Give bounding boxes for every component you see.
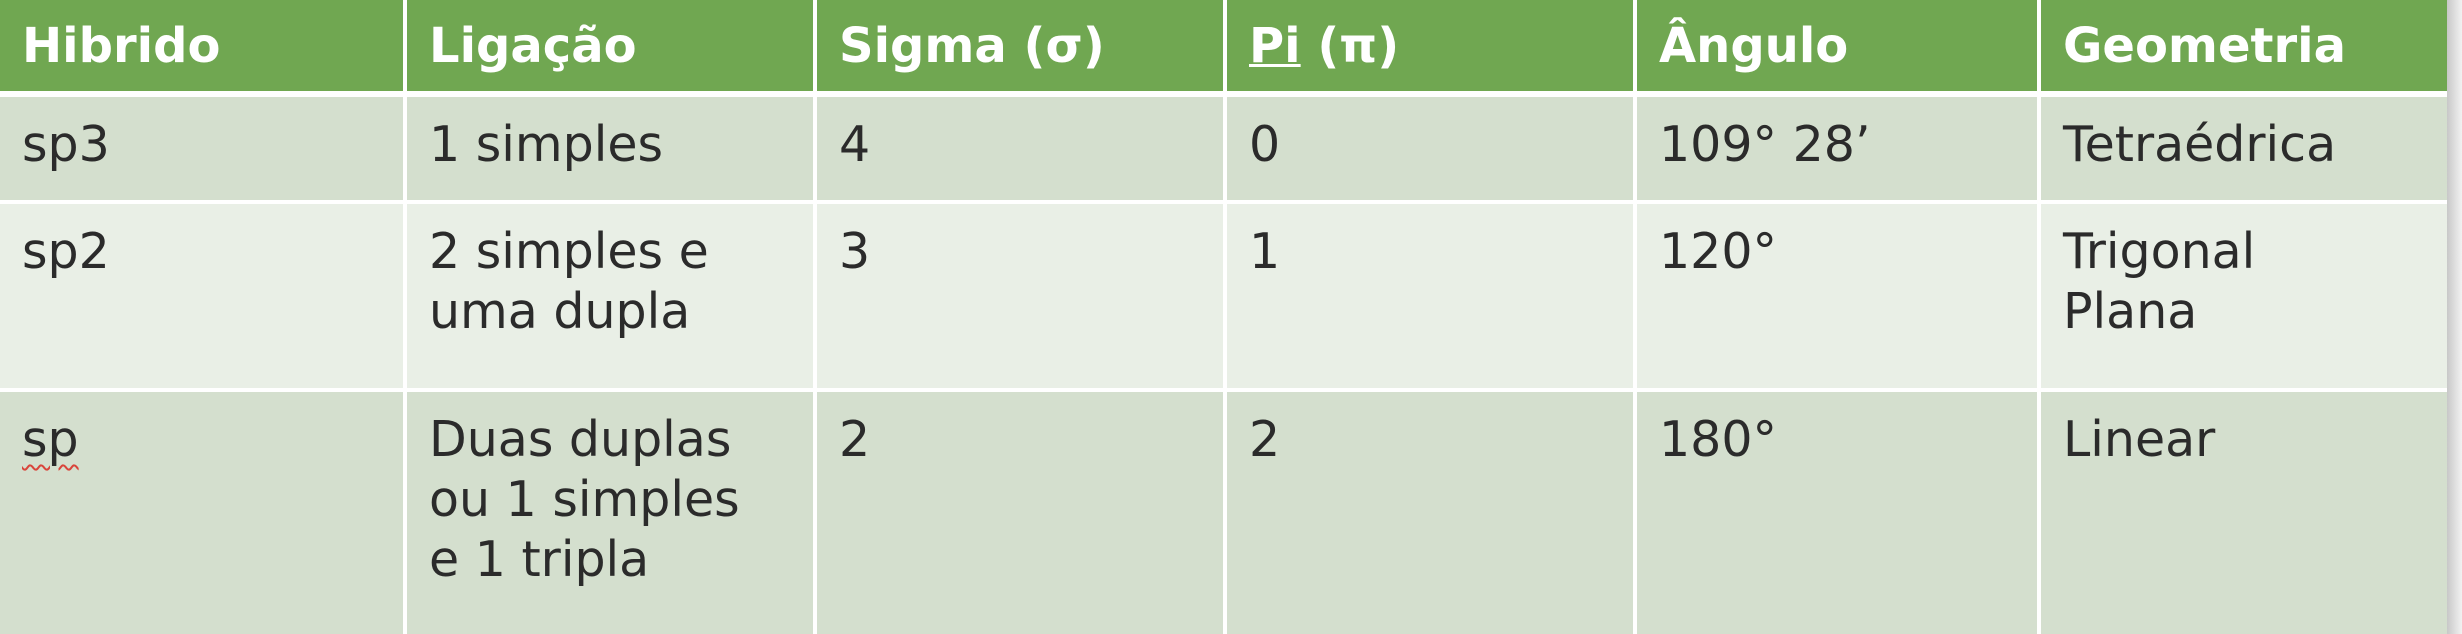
cell-geometria: Trigonal Plana [2039,202,2447,392]
cell-pi: 0 [1225,94,1637,204]
header-pi-symbol: (π) [1300,17,1400,74]
cell-hibrido: sp2 [0,202,407,392]
cell-angulo: 120° [1635,202,2041,392]
spellcheck-word: sp [22,411,79,468]
header-geometria: Geometria [2039,0,2447,97]
cell-ligacao: 1 simples [405,94,817,204]
table-row: sp2 2 simples e uma dupla 3 1 120° Trigo… [0,202,2447,392]
cell-hibrido: sp [0,390,407,634]
cell-sigma: 3 [815,202,1227,392]
header-sigma: Sigma (σ) [815,0,1227,97]
table-row: sp3 1 simples 4 0 109° 28’ Tetraédrica [0,94,2447,204]
table-row: sp Duas duplas ou 1 simples e 1 tripla 2… [0,390,2447,634]
cell-sigma: 2 [815,390,1227,634]
cell-line: Trigonal [2063,223,2256,280]
cell-line: uma dupla [429,283,691,340]
header-pi-word: Pi [1249,17,1301,74]
table-header-row: Hibrido Ligação Sigma (σ) Pi (π) Ângulo … [0,0,2447,97]
cell-pi: 1 [1225,202,1637,392]
cell-line: Tetraédrica [2063,116,2337,173]
cell-line: Plana [2063,283,2198,340]
window-edge [2447,0,2462,634]
cell-line: 2 simples e [429,223,709,280]
hybridization-table: Hibrido Ligação Sigma (σ) Pi (π) Ângulo … [0,0,2447,634]
cell-ligacao: 2 simples e uma dupla [405,202,817,392]
cell-hibrido: sp3 [0,94,407,204]
cell-pi: 2 [1225,390,1637,634]
header-ligacao: Ligação [405,0,817,97]
cell-angulo: 109° 28’ [1635,94,2041,204]
cell-sigma: 4 [815,94,1227,204]
header-hibrido: Hibrido [0,0,407,97]
header-pi: Pi (π) [1225,0,1637,97]
cell-line: e 1 tripla [429,531,650,588]
cell-line: Linear [2063,411,2216,468]
slide: Hibrido Ligação Sigma (σ) Pi (π) Ângulo … [0,0,2462,634]
header-angulo: Ângulo [1635,0,2041,97]
cell-geometria: Linear [2039,390,2447,634]
cell-ligacao: Duas duplas ou 1 simples e 1 tripla [405,390,817,634]
cell-geometria: Tetraédrica [2039,94,2447,204]
cell-line: ou 1 simples [429,471,740,528]
cell-angulo: 180° [1635,390,2041,634]
cell-line: 1 simples [429,116,664,173]
cell-line: Duas duplas [429,411,732,468]
